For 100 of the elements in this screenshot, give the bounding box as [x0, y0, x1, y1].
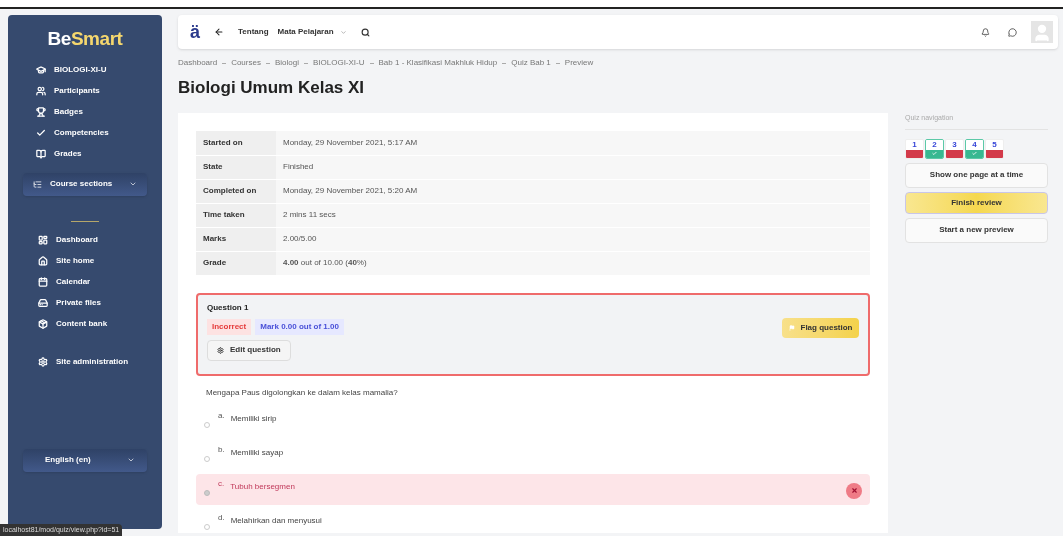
- edit-question-button[interactable]: Edit question: [207, 339, 291, 361]
- sidebar-link[interactable]: BIOLOGI-XI-U: [54, 64, 107, 76]
- settings-icon: [38, 357, 48, 367]
- app-logo[interactable]: ä: [190, 23, 200, 41]
- question-nav-button[interactable]: 4: [965, 138, 984, 159]
- status-badge: Incorrect: [207, 318, 252, 335]
- trophy-icon: [36, 107, 46, 117]
- check-icon: [972, 151, 977, 156]
- separator-icon: [555, 62, 560, 64]
- question-title: Question 1: [207, 301, 250, 314]
- summary-value: Finished: [276, 155, 870, 179]
- sidebar-link[interactable]: Participants: [54, 85, 100, 97]
- separator-icon: [303, 62, 308, 64]
- breadcrumb-link[interactable]: Courses: [231, 57, 261, 69]
- summary-label: State: [196, 155, 276, 179]
- notification-icon[interactable]: [981, 27, 990, 37]
- option-letter: d.: [218, 511, 225, 524]
- question-nav-button[interactable]: 1: [905, 138, 924, 159]
- avatar[interactable]: [1031, 21, 1053, 43]
- option-text: Tubuh bersegmen: [230, 480, 295, 493]
- separator-icon: [265, 62, 270, 64]
- summary-label: Time taken: [196, 203, 276, 227]
- sidebar-link[interactable]: Site administration: [56, 356, 128, 368]
- radio-button[interactable]: [204, 523, 210, 530]
- nav-link[interactable]: Tentang: [238, 26, 269, 38]
- sidebar-link[interactable]: Calendar: [56, 276, 91, 288]
- separator-icon: [222, 62, 227, 64]
- panel-button[interactable]: Start a new preview: [905, 217, 1048, 243]
- separator-icon: [502, 62, 507, 64]
- caret-icon: [127, 456, 135, 464]
- settings-icon: [217, 346, 224, 354]
- book-icon: [36, 149, 46, 159]
- option-letter: c.: [218, 477, 225, 490]
- sidebar-link[interactable]: Dashboard: [56, 234, 98, 246]
- sidebar-link[interactable]: Badges: [54, 106, 83, 118]
- list-icon: [33, 179, 42, 189]
- option-letter: b.: [218, 443, 225, 456]
- summary-label: Grade: [196, 251, 276, 275]
- sidebar-link[interactable]: Private files: [56, 297, 101, 309]
- language-dropdown[interactable]: English (en): [23, 448, 147, 472]
- sidebar-link[interactable]: Content bank: [56, 318, 108, 330]
- panel-button[interactable]: Show one page at a time: [905, 162, 1048, 188]
- check-icon: [932, 151, 937, 156]
- option-text: Memiliki sayap: [230, 446, 284, 459]
- question-number: 1: [906, 139, 923, 150]
- option-letter: a.: [218, 409, 225, 422]
- panel-button[interactable]: Finish review: [905, 191, 1048, 214]
- sidebar-link[interactable]: Competencies: [54, 127, 109, 139]
- mark-badge: Mark 0.00 out of 1.00: [255, 318, 344, 335]
- option-text: Memiliki sirip: [230, 412, 277, 425]
- question-nav-button[interactable]: 2: [925, 138, 944, 159]
- sidebar-link[interactable]: Site home: [56, 255, 95, 267]
- summary-value: 4.00 out of 10.00 (40%): [276, 251, 870, 275]
- logo-text: Be: [47, 27, 71, 51]
- summary-label: Started on: [196, 131, 276, 155]
- breadcrumb-link[interactable]: Preview: [564, 57, 594, 69]
- question-number: 3: [946, 139, 963, 150]
- flag-icon: [788, 325, 795, 331]
- search-icon[interactable]: [360, 27, 370, 37]
- question-number: 2: [926, 139, 943, 150]
- answer-option[interactable]: c. Tubuh bersegmen: [196, 473, 870, 505]
- question-number: 5: [986, 139, 1003, 150]
- home-icon: [38, 256, 48, 266]
- calendar-icon: [38, 277, 48, 287]
- graduation-cap-icon: [36, 65, 46, 75]
- course-sections-dropdown[interactable]: Course sections: [23, 172, 147, 196]
- caret-icon: [339, 28, 347, 36]
- flag-question-button[interactable]: Flag question: [782, 318, 859, 338]
- question-nav-button[interactable]: 3: [945, 138, 964, 159]
- breadcrumb-link[interactable]: BIOLOGI-XI-U: [312, 57, 365, 69]
- users-icon: [36, 86, 46, 96]
- separator-icon: [369, 62, 374, 64]
- option-text: Melahirkan dan menyusui: [230, 514, 322, 527]
- radio-button[interactable]: [204, 421, 210, 428]
- summary-label: Marks: [196, 227, 276, 251]
- radio-button[interactable]: [204, 455, 210, 462]
- message-icon[interactable]: [1008, 27, 1017, 37]
- breadcrumb-link[interactable]: Biologi: [274, 57, 299, 69]
- back-arrow-icon[interactable]: [214, 27, 224, 37]
- nav-link[interactable]: Mata Pelajaran: [277, 26, 347, 38]
- answer-option[interactable]: a. Memiliki sirip: [196, 405, 870, 437]
- incorrect-icon: [846, 482, 862, 499]
- question-number: 4: [966, 139, 983, 150]
- summary-value: Monday, 29 November 2021, 5:20 AM: [276, 179, 870, 203]
- answer-option[interactable]: d. Melahirkan dan menyusui: [196, 507, 870, 533]
- caret-icon: [129, 180, 137, 188]
- breadcrumb-link[interactable]: Bab 1 - Klasifikasi Makhluk Hidup: [378, 57, 498, 69]
- dashboard-icon: [38, 235, 48, 245]
- radio-button[interactable]: [204, 489, 210, 496]
- summary-value: 2.00/5.00: [276, 227, 870, 251]
- breadcrumb-link[interactable]: Dashboard: [178, 57, 218, 69]
- logo-text: Smart: [70, 27, 123, 51]
- breadcrumb-link[interactable]: Quiz Bab 1: [511, 57, 551, 69]
- sidebar-link[interactable]: Grades: [54, 148, 82, 160]
- question-text: Mengapa Paus digolongkan ke dalam kelas mamalia?: [206, 386, 399, 399]
- answer-option[interactable]: b. Memiliki sayap: [196, 439, 870, 471]
- question-nav-button[interactable]: 5: [985, 138, 1004, 159]
- check-icon: [36, 128, 46, 138]
- page-title: Biologi Umum Kelas XI: [178, 79, 366, 96]
- box-icon: [38, 319, 48, 329]
